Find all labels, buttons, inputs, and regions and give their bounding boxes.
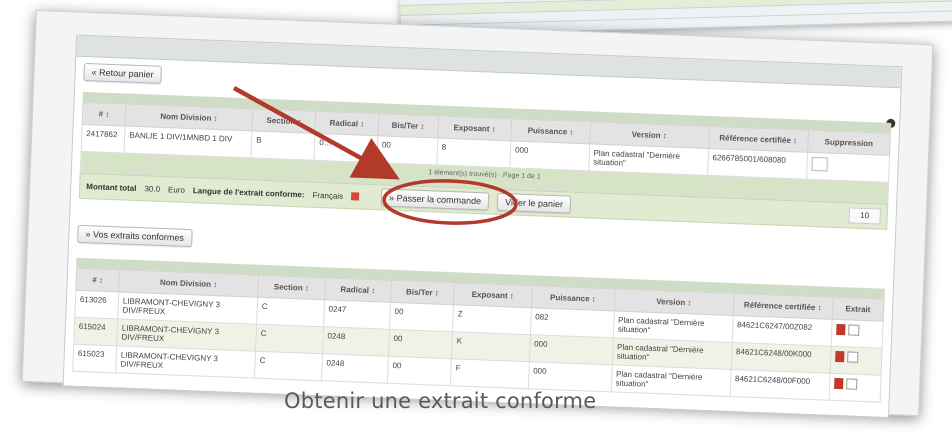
caption-text: Obtenir une extrait conforme (284, 389, 597, 413)
annotation-ellipse (382, 179, 518, 225)
annotation-arrow (232, 86, 400, 180)
annotation-overlay (232, 86, 518, 225)
